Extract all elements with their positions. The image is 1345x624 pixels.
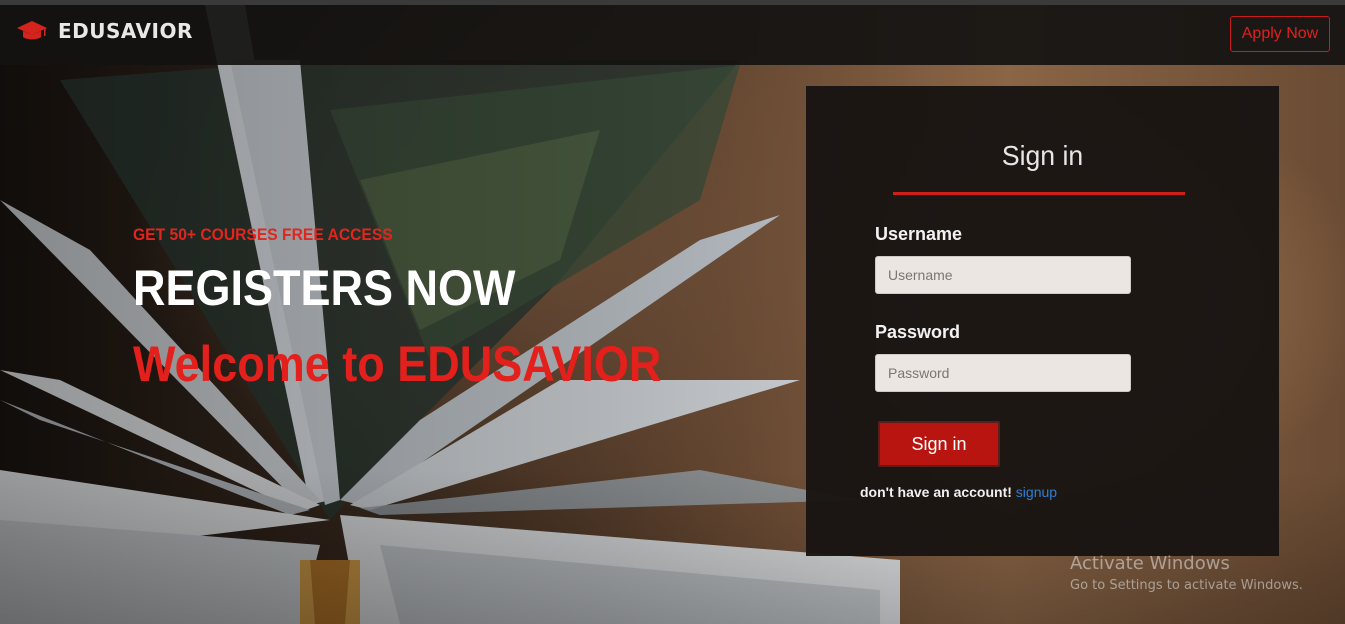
password-input[interactable]: [875, 354, 1131, 392]
username-input[interactable]: [875, 256, 1131, 294]
no-account-text: don't have an account!: [860, 484, 1012, 500]
hero-section: GET 50+ COURSES FREE ACCESS REGISTERS NO…: [133, 225, 720, 389]
navbar: EDUSAVIOR Apply Now: [0, 5, 1345, 65]
signin-card: Sign in Username Password Sign in don't …: [806, 86, 1279, 556]
watermark-title: Activate Windows: [1070, 553, 1230, 574]
apply-now-button[interactable]: Apply Now: [1230, 16, 1330, 52]
brand-logo[interactable]: EDUSAVIOR: [16, 19, 193, 43]
heading-underline: [893, 192, 1185, 195]
hero-title: REGISTERS NOW: [133, 260, 516, 316]
hero-welcome-heading: Welcome to EDUSAVIOR: [133, 336, 662, 392]
brand-name: EDUSAVIOR: [58, 19, 193, 43]
signin-button[interactable]: Sign in: [878, 421, 1000, 467]
signin-heading: Sign in: [1001, 140, 1084, 171]
hero-subtitle: GET 50+ COURSES FREE ACCESS: [133, 225, 393, 244]
signup-link[interactable]: signup: [1016, 484, 1057, 500]
password-label: Password: [875, 322, 961, 342]
signup-prompt: don't have an account! signup: [860, 484, 1057, 500]
graduation-cap-icon: [17, 21, 47, 40]
username-label: Username: [875, 224, 963, 244]
watermark-subtitle: Go to Settings to activate Windows.: [1070, 578, 1303, 593]
activate-windows-watermark: Activate Windows Go to Settings to activ…: [1070, 553, 1303, 593]
